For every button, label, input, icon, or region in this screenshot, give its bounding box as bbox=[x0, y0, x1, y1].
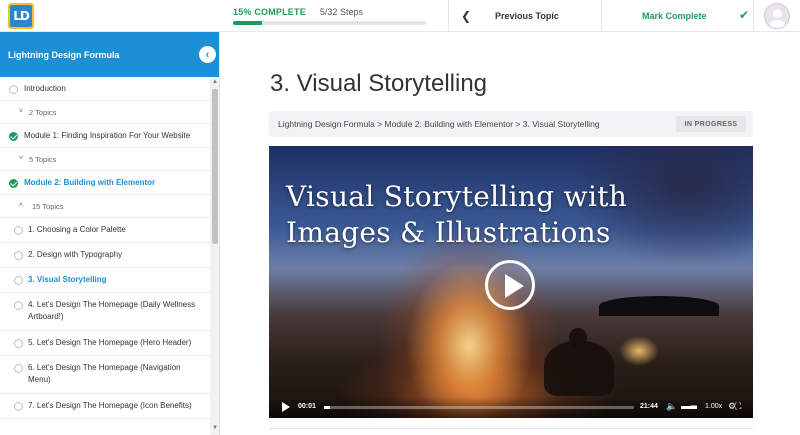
playback-speed-button[interactable]: 1.00x bbox=[705, 403, 722, 410]
incomplete-circle-icon bbox=[14, 402, 23, 411]
sidebar-topic-2[interactable]: 2. Design with Typography bbox=[0, 243, 210, 268]
incomplete-circle-icon bbox=[14, 276, 23, 285]
top-bar: LD 15% COMPLETE 5/32 Steps ❮ Previous To… bbox=[0, 0, 800, 32]
mark-complete-button[interactable]: Mark Complete ✔ bbox=[601, 0, 753, 32]
course-progress: 15% COMPLETE 5/32 Steps bbox=[220, 0, 448, 31]
video-title-line: Visual Storytelling with bbox=[286, 180, 628, 213]
sidebar-scrollbar[interactable]: ▲ ▼ bbox=[210, 77, 219, 435]
video-title-overlay: Visual Storytelling with Images & Illust… bbox=[286, 179, 627, 251]
completed-check-icon bbox=[9, 179, 18, 188]
chevron-left-icon: ❮ bbox=[461, 9, 472, 23]
topics-count: 2 Topics bbox=[29, 108, 57, 117]
chevron-down-icon: ˅ bbox=[19, 155, 24, 162]
volume-icon[interactable]: 🔈 bbox=[666, 401, 677, 412]
mark-complete-label: Mark Complete bbox=[642, 11, 707, 21]
sidebar-item-label: 2. Design with Typography bbox=[28, 250, 123, 259]
sidebar-topic-5[interactable]: 5. Let's Design The Homepage (Hero Heade… bbox=[0, 331, 210, 356]
sidebar-expand-topics[interactable]: ˅ 2 Topics bbox=[0, 101, 210, 124]
status-badge: IN PROGRESS bbox=[676, 116, 746, 132]
incomplete-circle-icon bbox=[9, 85, 18, 94]
page-title: 3. Visual Storytelling bbox=[270, 70, 488, 97]
sidebar-item-introduction[interactable]: Introduction bbox=[0, 77, 210, 101]
check-icon: ✔ bbox=[739, 8, 750, 22]
progress-bar bbox=[233, 21, 426, 25]
sidebar-item-label: 4. Let's Design The Homepage (Daily Well… bbox=[28, 300, 196, 321]
sidebar-item-module-1[interactable]: Module 1: Finding Inspiration For Your W… bbox=[0, 124, 210, 148]
sidebar-item-label: 6. Let's Design The Homepage (Navigation… bbox=[28, 363, 181, 384]
lesson-page: LD 15% COMPLETE 5/32 Steps ❮ Previous To… bbox=[0, 0, 800, 435]
incomplete-circle-icon bbox=[14, 301, 23, 310]
video-title-line: Images & Illustrations bbox=[286, 216, 611, 249]
topics-count: 15 Topics bbox=[32, 202, 64, 211]
progress-bar-fill bbox=[233, 21, 262, 25]
current-time: 00:01 bbox=[298, 403, 316, 410]
video-thumbnail-scenery bbox=[569, 328, 587, 348]
incomplete-circle-icon bbox=[14, 226, 23, 235]
video-thumbnail-scenery bbox=[619, 336, 659, 366]
sidebar-item-label: Module 2: Building with Elementor bbox=[24, 178, 156, 187]
video-thumbnail-scenery bbox=[544, 341, 614, 396]
breadcrumb: Lightning Design Formula > Module 2: Bui… bbox=[269, 111, 753, 137]
previous-topic-button[interactable]: ❮ Previous Topic bbox=[448, 0, 601, 32]
scroll-up-arrow-icon[interactable]: ▲ bbox=[212, 79, 218, 85]
video-seek-bar[interactable] bbox=[324, 406, 634, 409]
incomplete-circle-icon bbox=[14, 339, 23, 348]
sidebar-header: Lightning Design Formula ‹ bbox=[0, 32, 219, 77]
play-icon[interactable] bbox=[282, 402, 290, 412]
video-thumbnail-scenery bbox=[599, 296, 719, 316]
logo-mark: LD bbox=[10, 5, 32, 27]
course-outline: Introduction ˅ 2 Topics Module 1: Findin… bbox=[0, 77, 210, 419]
course-sidebar: Lightning Design Formula ‹ Introduction … bbox=[0, 32, 220, 435]
sidebar-topic-7[interactable]: 7. Let's Design The Homepage (Icon Benef… bbox=[0, 394, 210, 419]
topics-count: 5 Topics bbox=[29, 155, 57, 164]
sidebar-expand-topics[interactable]: ˅ 5 Topics bbox=[0, 148, 210, 171]
incomplete-circle-icon bbox=[14, 251, 23, 260]
user-menu[interactable] bbox=[753, 0, 800, 32]
sidebar-topic-3[interactable]: 3. Visual Storytelling bbox=[0, 268, 210, 293]
divider bbox=[269, 428, 753, 429]
video-player[interactable]: Visual Storytelling with Images & Illust… bbox=[269, 146, 753, 418]
chevron-down-icon: ˅ bbox=[19, 108, 24, 115]
pip-icon[interactable]: ▭ bbox=[690, 402, 698, 411]
play-button[interactable] bbox=[485, 260, 535, 310]
logo-area: LD bbox=[0, 0, 220, 32]
previous-topic-label: Previous Topic bbox=[495, 11, 559, 21]
chevron-up-icon: ˄ bbox=[19, 202, 24, 209]
incomplete-circle-icon bbox=[14, 364, 23, 373]
sidebar-item-label: Module 1: Finding Inspiration For Your W… bbox=[24, 131, 191, 140]
sidebar-item-label: 5. Let's Design The Homepage (Hero Heade… bbox=[28, 338, 192, 347]
sidebar-item-label: 3. Visual Storytelling bbox=[28, 275, 107, 284]
sidebar-item-label: 7. Let's Design The Homepage (Icon Benef… bbox=[28, 401, 192, 410]
seek-bar-fill bbox=[324, 406, 331, 409]
sidebar-item-module-2[interactable]: Module 2: Building with Elementor bbox=[0, 171, 210, 195]
sidebar-item-label: Introduction bbox=[24, 84, 66, 93]
video-controls: 00:01 21:44 🔈 ▭ 1.00x ⚙ ⛶ bbox=[269, 396, 753, 418]
sidebar-collapse-topics[interactable]: ˄ 15 Topics bbox=[0, 195, 210, 218]
sidebar-topic-4[interactable]: 4. Let's Design The Homepage (Daily Well… bbox=[0, 293, 210, 331]
sidebar-item-label: 1. Choosing a Color Palette bbox=[28, 225, 126, 234]
collapse-sidebar-button[interactable]: ‹ bbox=[199, 46, 216, 63]
logo[interactable]: LD bbox=[8, 3, 34, 29]
sidebar-topic-1[interactable]: 1. Choosing a Color Palette bbox=[0, 218, 210, 243]
fullscreen-icon[interactable]: ⛶ bbox=[735, 401, 741, 412]
course-title[interactable]: Lightning Design Formula bbox=[8, 50, 120, 60]
video-duration: 21:44 bbox=[640, 403, 658, 410]
user-avatar-icon bbox=[764, 3, 790, 29]
scrollbar-thumb[interactable] bbox=[212, 89, 218, 244]
scroll-down-arrow-icon[interactable]: ▼ bbox=[212, 425, 218, 431]
sidebar-topic-6[interactable]: 6. Let's Design The Homepage (Navigation… bbox=[0, 356, 210, 394]
breadcrumb-text[interactable]: Lightning Design Formula > Module 2: Bui… bbox=[278, 119, 600, 129]
progress-percent: 15% COMPLETE bbox=[233, 7, 306, 17]
progress-steps: 5/32 Steps bbox=[319, 7, 363, 17]
completed-check-icon bbox=[9, 132, 18, 141]
